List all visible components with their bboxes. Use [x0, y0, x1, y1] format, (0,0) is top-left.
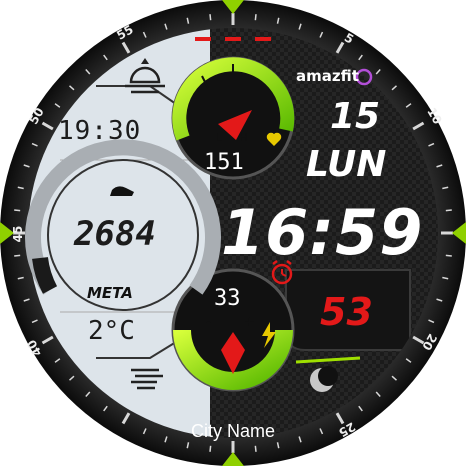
heart-low-label: L	[215, 131, 222, 144]
battery-minus-label: -	[206, 315, 211, 330]
heart-rate-value: 151	[204, 150, 244, 175]
steps-value: 2684	[74, 214, 156, 254]
bezel-tick	[445, 254, 452, 257]
temperature: 2°C	[88, 316, 135, 346]
battery-plus-label: +	[244, 315, 255, 330]
city-name: City Name	[190, 421, 275, 441]
bezel-tick	[445, 209, 452, 212]
steps-goal-label: META	[87, 284, 133, 302]
bezel-tick	[209, 14, 212, 21]
bezel-tick	[14, 209, 21, 212]
bezel-mark: 45	[11, 226, 25, 243]
bezel-tick	[209, 445, 212, 452]
seconds-value: 53	[320, 290, 373, 334]
date-weekday: LUN	[306, 144, 387, 185]
top-marker	[195, 37, 271, 41]
bezel-tick	[254, 14, 257, 21]
heart-high-label: H	[239, 131, 248, 144]
brand-name: amazfit	[296, 67, 359, 85]
main-time: 16:59	[221, 196, 424, 269]
bezel-tick	[254, 445, 257, 452]
alt-time: 19:30	[58, 116, 142, 146]
bezel-tick	[14, 254, 21, 257]
date-day: 15	[330, 96, 381, 137]
battery-value: 33	[214, 286, 241, 311]
